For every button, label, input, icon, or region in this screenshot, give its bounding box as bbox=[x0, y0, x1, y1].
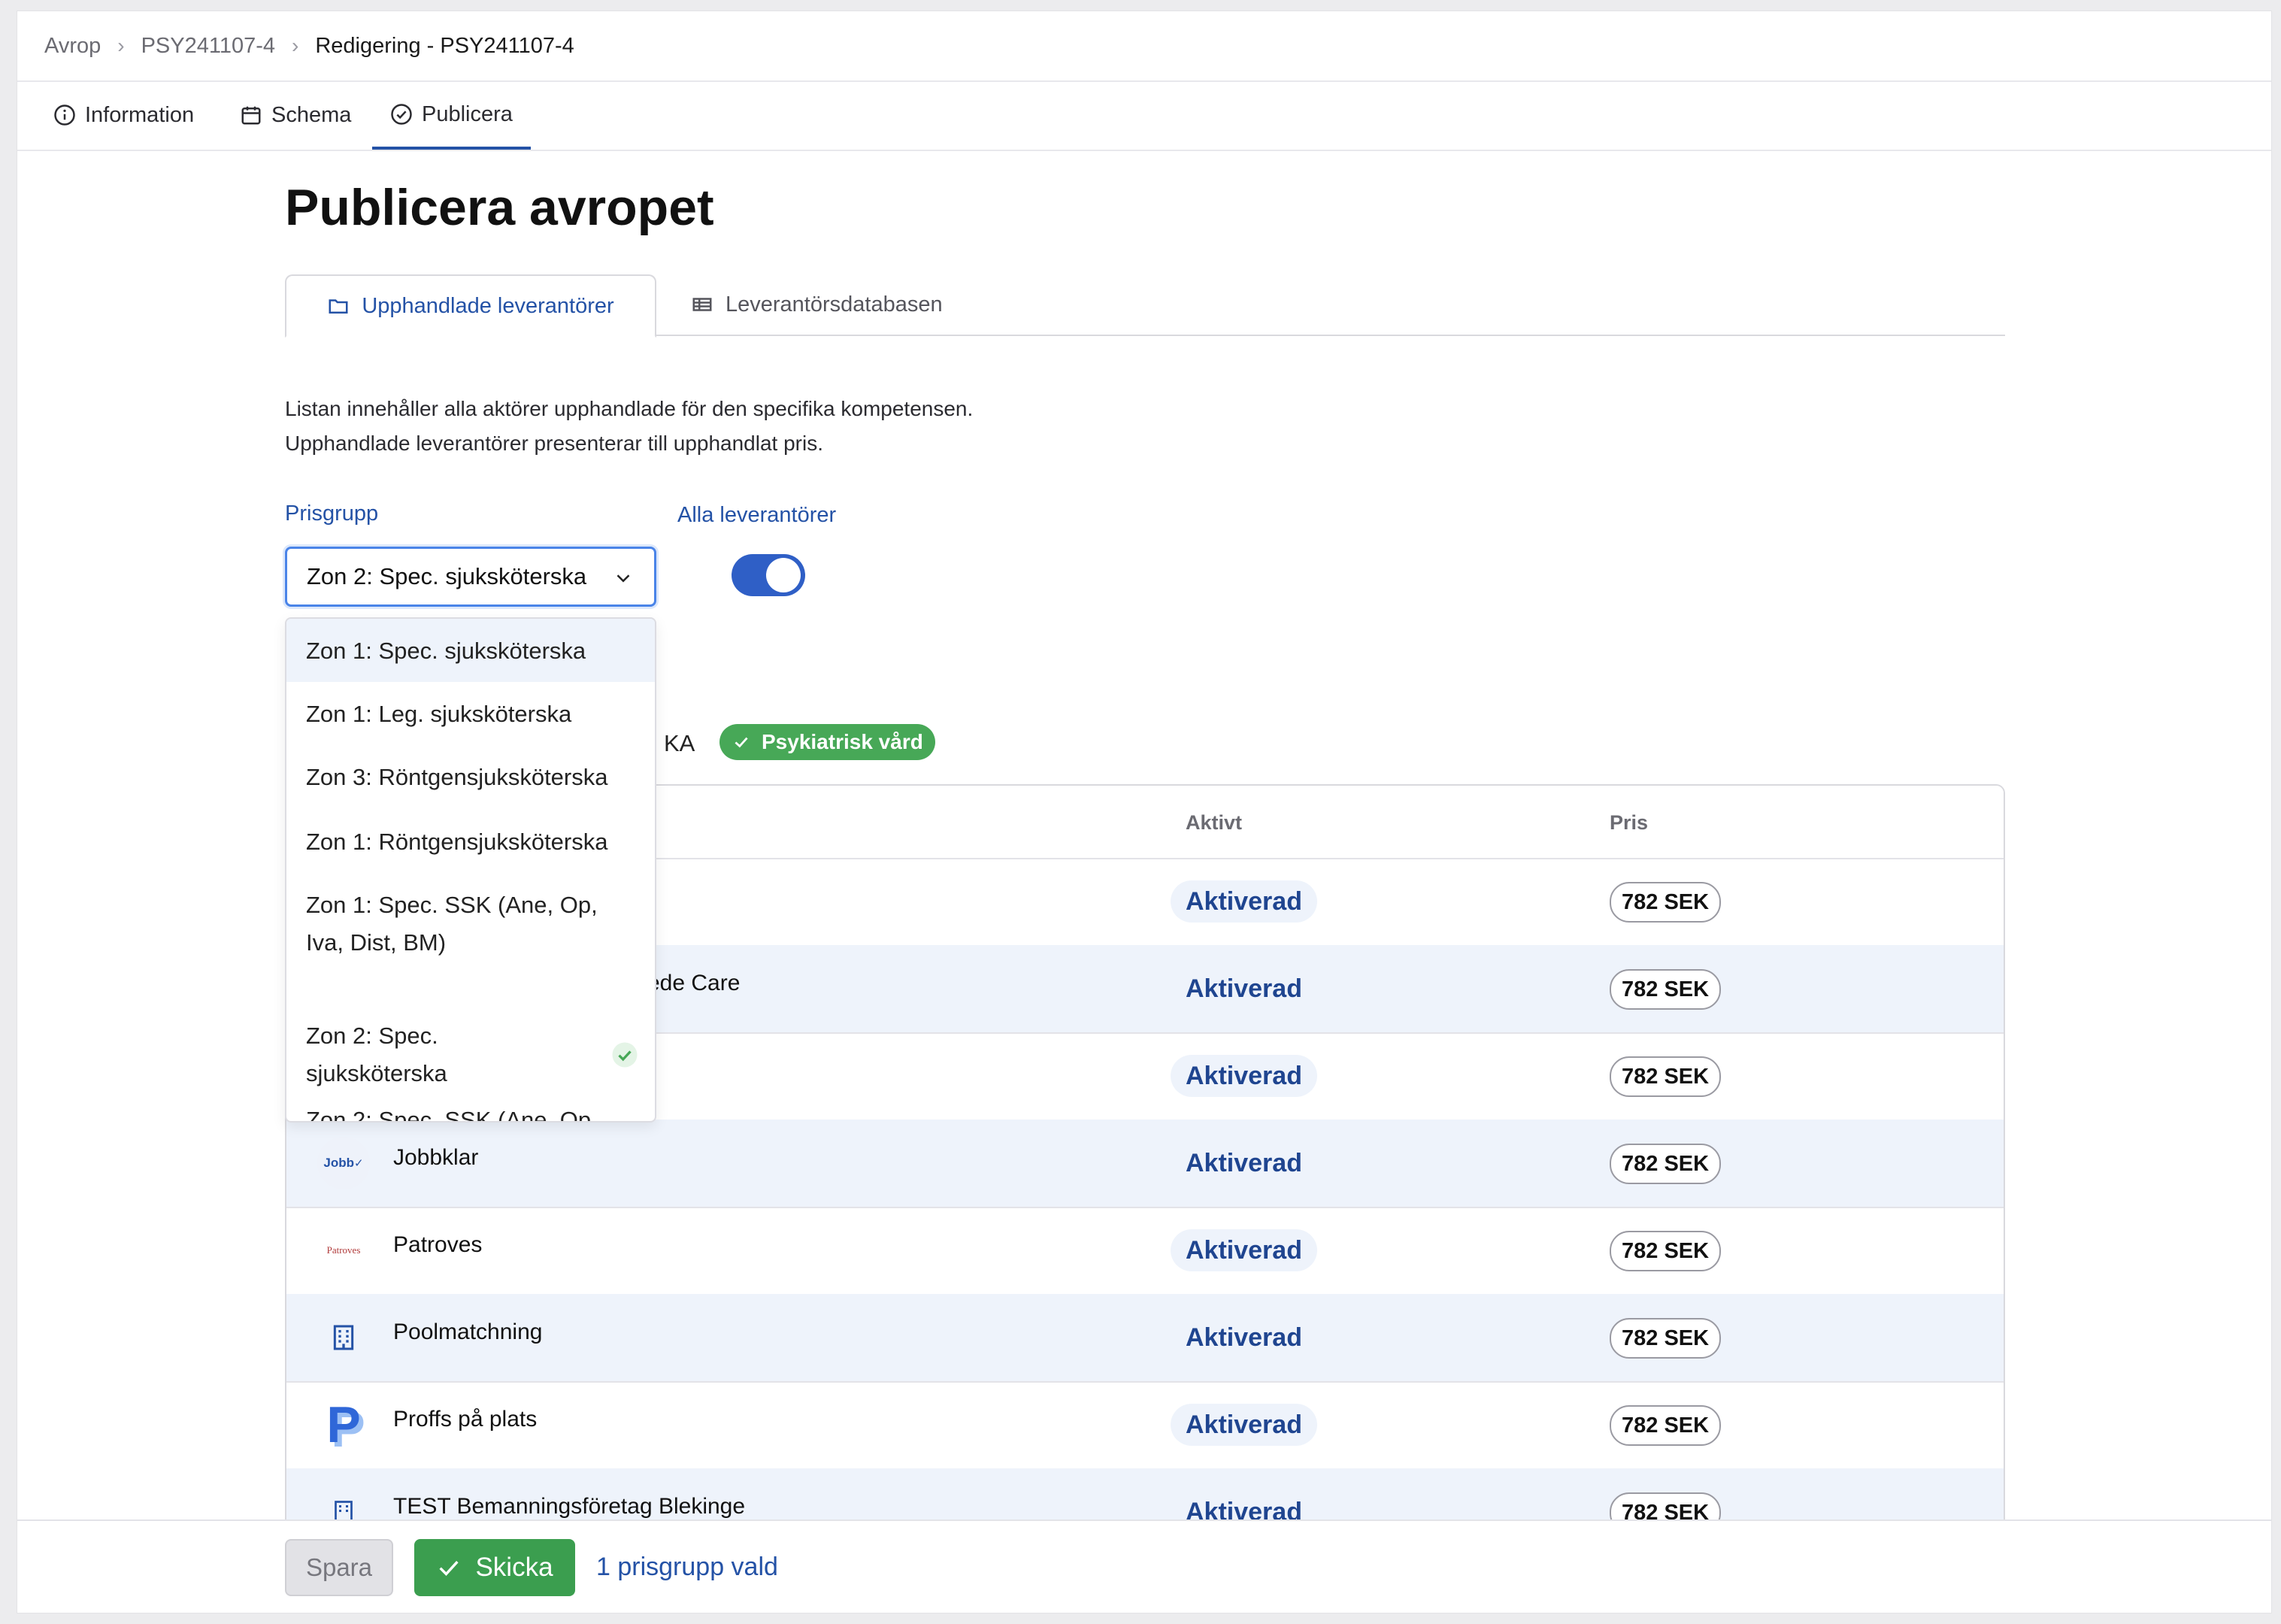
page-title: Publicera avropet bbox=[285, 179, 714, 236]
dropdown-option[interactable]: Zon 1: Spec. SSK (Ane, Op, Iva, Dist, BM… bbox=[286, 886, 655, 962]
breadcrumb-item-avrop-id[interactable]: PSY241107-4 bbox=[141, 34, 275, 59]
price-badge: 782 SEK bbox=[1610, 1056, 1722, 1097]
status-badge: Aktiverad bbox=[1186, 974, 1302, 1003]
price-badge: 782 SEK bbox=[1610, 969, 1722, 1010]
tab-publicera[interactable]: Publicera bbox=[372, 82, 531, 150]
description: Listan innehåller alla aktörer upphandla… bbox=[285, 397, 974, 455]
price-badge: 782 SEK bbox=[1610, 882, 1722, 923]
jobbklar-logo: Jobb ✓ bbox=[317, 1136, 371, 1190]
column-header-aktivt: Aktivt bbox=[1186, 811, 1243, 834]
check-icon bbox=[612, 1042, 638, 1068]
dropdown-option[interactable]: Zon 1: Röntgensjuksköterska bbox=[286, 823, 655, 861]
dropdown-option[interactable]: Zon 1: Spec. sjuksköterska bbox=[286, 619, 655, 682]
price-badge: 782 SEK bbox=[1610, 1318, 1722, 1359]
price-badge: 782 SEK bbox=[1610, 1144, 1722, 1184]
chevron-down-icon bbox=[616, 574, 630, 583]
prisgrupp-dropdown: Zon 1: Spec. sjuksköterska Zon 1: Leg. s… bbox=[285, 617, 656, 1123]
send-button[interactable]: Skicka bbox=[414, 1539, 575, 1596]
folder-icon bbox=[329, 299, 348, 314]
status-badge: Aktiverad bbox=[1186, 1323, 1302, 1352]
footer-bar: Spara Skicka 1 prisgrupp vald bbox=[17, 1519, 2271, 1613]
status-badge: Aktiverad bbox=[1186, 1148, 1302, 1177]
chevron-right-icon: › bbox=[292, 34, 299, 57]
alla-leverantorer-toggle[interactable] bbox=[732, 554, 805, 596]
supplier-name: Proffs på plats bbox=[393, 1407, 538, 1432]
top-tabs: Information Schema Publicera bbox=[17, 82, 2271, 151]
proffs-pa-plats-logo: P bbox=[326, 1396, 361, 1453]
prisgrupp-label: Prisgrupp bbox=[285, 501, 379, 526]
status-badge: Aktiverad bbox=[1171, 1055, 1317, 1097]
price-badge: 782 SEK bbox=[1610, 1231, 1722, 1271]
status-badge: Aktiverad bbox=[1171, 1229, 1317, 1271]
table-row[interactable]: Jobb ✓ Jobbklar Aktiverad 782 SEK bbox=[286, 1120, 2004, 1208]
building-icon bbox=[317, 1310, 371, 1365]
table-icon bbox=[692, 298, 712, 311]
competence-text: KA bbox=[664, 730, 695, 756]
prisgrupp-select[interactable]: Zon 2: Spec. sjuksköterska bbox=[285, 547, 656, 607]
price-badge: 782 SEK bbox=[1610, 1405, 1722, 1446]
supplier-name: TEST Bemanningsföretag Blekinge bbox=[393, 1494, 746, 1519]
alla-leverantorer-label: Alla leverantörer bbox=[677, 503, 837, 527]
selected-count-link[interactable]: 1 prisgrupp vald bbox=[596, 1553, 778, 1582]
supplier-name: Poolmatchning bbox=[393, 1320, 543, 1344]
tab-schema[interactable]: Schema bbox=[240, 82, 351, 148]
supplier-name: Jobbklar bbox=[393, 1145, 479, 1170]
dropdown-option-selected[interactable]: Zon 2: Spec. sjuksköterska bbox=[286, 1017, 655, 1092]
tab-information[interactable]: Information bbox=[53, 82, 194, 148]
tab-leverantorsdatabasen[interactable]: Leverantörsdatabasen bbox=[691, 274, 943, 335]
sub-tabs: Upphandlade leverantörer Leverantörsdata… bbox=[285, 274, 2005, 338]
tag-psykiatrisk-vard: Psykiatrisk vård bbox=[719, 724, 935, 760]
table-row[interactable]: Patroves Patroves Aktiverad 782 SEK bbox=[286, 1207, 2004, 1295]
status-badge: Aktiverad bbox=[1171, 880, 1317, 923]
table-row[interactable]: Poolmatchning Aktiverad 782 SEK bbox=[286, 1294, 2004, 1383]
breadcrumb-item-avrop[interactable]: Avrop bbox=[44, 34, 101, 59]
info-icon bbox=[54, 105, 75, 126]
dropdown-option[interactable]: Zon 2: Spec. SSK (Ane, Op bbox=[286, 1101, 655, 1121]
supplier-name: Patroves bbox=[393, 1232, 483, 1257]
status-badge: Aktiverad bbox=[1171, 1404, 1317, 1446]
check-icon bbox=[735, 737, 748, 748]
save-button[interactable]: Spara bbox=[285, 1539, 393, 1596]
calendar-icon bbox=[241, 106, 261, 125]
check-circle-icon bbox=[391, 104, 412, 125]
dropdown-option[interactable]: Zon 1: Leg. sjuksköterska bbox=[286, 695, 655, 733]
patroves-logo: Patroves bbox=[326, 1244, 361, 1256]
toggle-knob bbox=[766, 558, 801, 592]
chevron-right-icon: › bbox=[117, 34, 125, 57]
column-header-pris: Pris bbox=[1610, 811, 1649, 834]
check-icon bbox=[439, 1561, 459, 1576]
app-window: Avrop › PSY241107-4 › Redigering - PSY24… bbox=[17, 11, 2272, 1613]
dropdown-option[interactable]: Zon 3: Röntgensjuksköterska bbox=[286, 759, 655, 796]
breadcrumb: Avrop › PSY241107-4 › Redigering - PSY24… bbox=[17, 11, 2271, 82]
breadcrumb-item-current: Redigering - PSY241107-4 bbox=[315, 33, 574, 58]
supplier-name: ede Care bbox=[647, 971, 741, 995]
table-row[interactable]: P Proffs på plats Aktiverad 782 SEK bbox=[286, 1381, 2004, 1470]
tab-upphandlade-leverantorer[interactable]: Upphandlade leverantörer bbox=[285, 274, 656, 338]
